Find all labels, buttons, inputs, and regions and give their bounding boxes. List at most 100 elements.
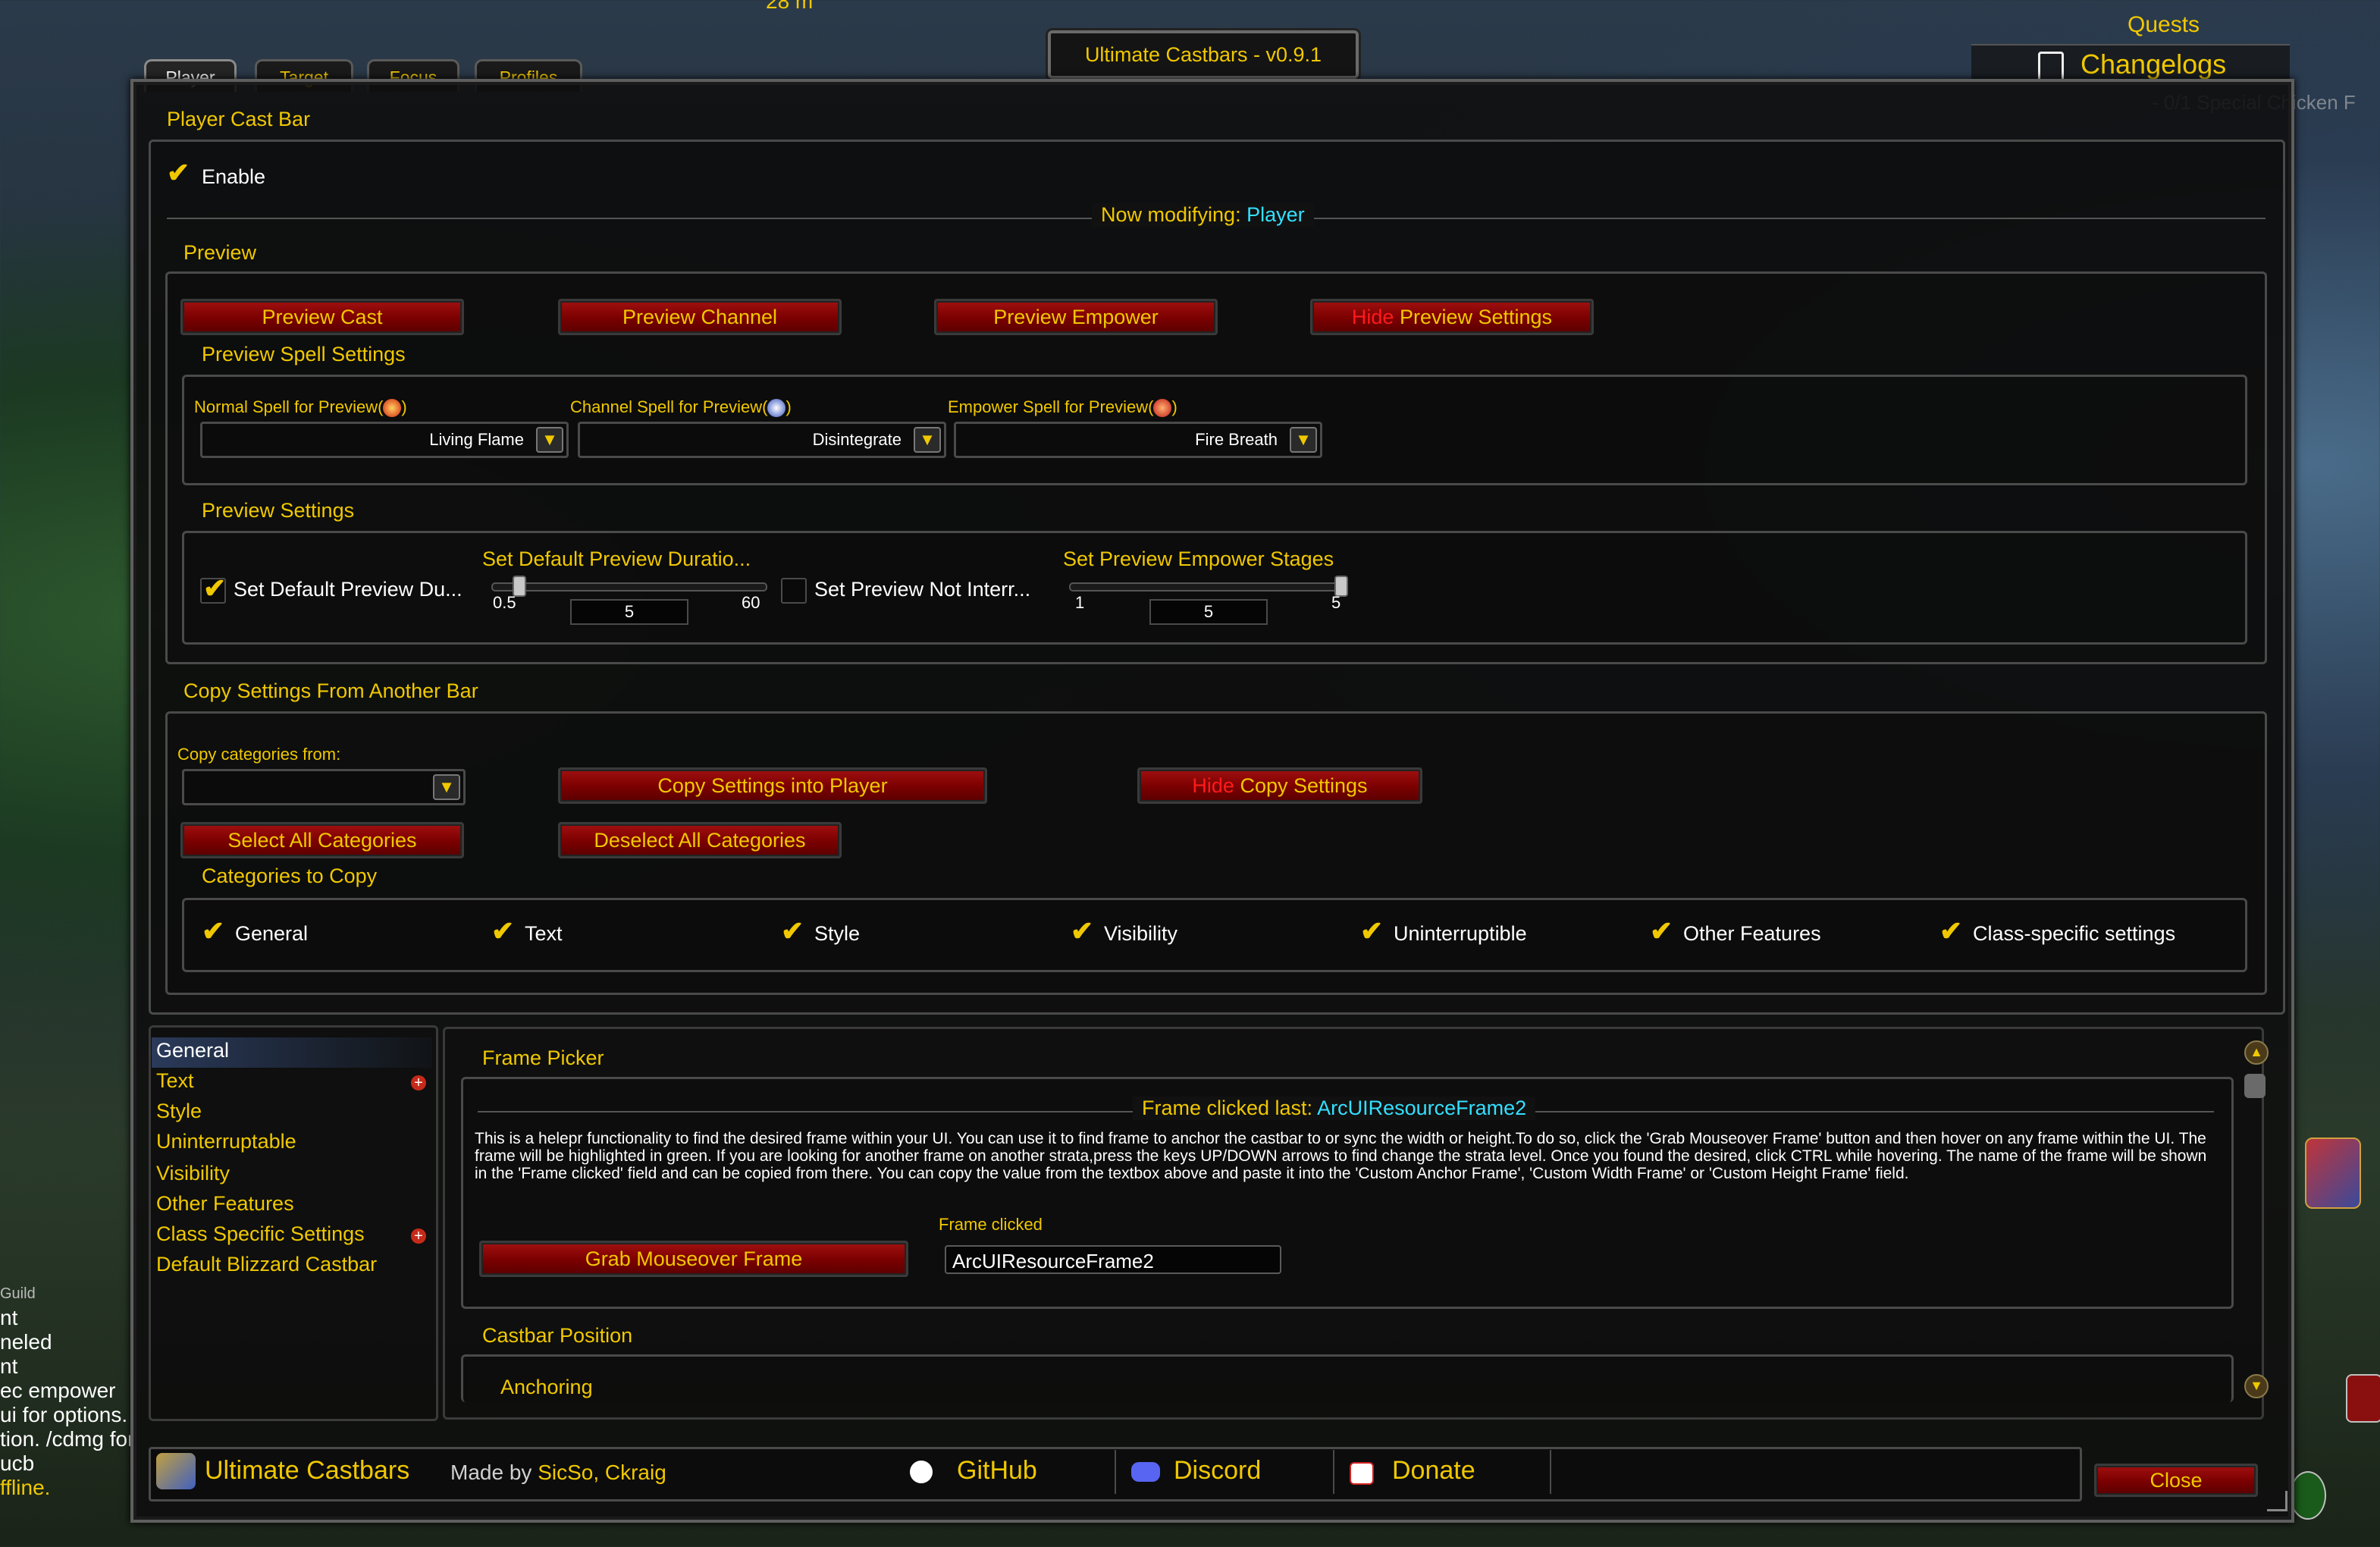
category-visibility-checkbox[interactable]: ✔ — [1069, 916, 1093, 946]
category-general-label: General — [235, 922, 309, 945]
expand-plus-icon[interactable]: + — [411, 1228, 426, 1244]
empower-stages-slider[interactable] — [1069, 576, 1348, 597]
empower-spell-value: Fire Breath — [1195, 430, 1278, 449]
deselect-all-categories-button[interactable]: Deselect All Categories — [558, 822, 842, 858]
changelogs-label: Changelogs — [2081, 49, 2227, 80]
not-interruptible-checkbox[interactable] — [781, 578, 807, 604]
close-button[interactable]: Close — [2094, 1464, 2258, 1497]
check-icon: ✔ — [491, 915, 515, 946]
check-icon: ✔ — [1360, 915, 1384, 946]
chevron-down-icon[interactable]: ▼ — [1290, 427, 1317, 453]
sidebar-item-class-specific[interactable]: Class Specific Settings — [156, 1222, 365, 1246]
donate-icon — [1350, 1462, 1374, 1485]
frame-clicked-last-value: ArcUIResourceFrame2 — [1317, 1097, 1527, 1119]
expand-plus-icon[interactable]: + — [411, 1075, 426, 1090]
sidebar-item-text[interactable]: Text — [156, 1069, 194, 1093]
preview-settings-title: Preview Settings — [202, 499, 355, 522]
copy-from-dropdown[interactable]: ▼ — [182, 769, 466, 805]
copy-settings-into-button[interactable]: Copy Settings into Player — [558, 767, 987, 804]
category-general-checkbox[interactable]: ✔ — [200, 916, 224, 946]
duration-slider[interactable] — [491, 576, 767, 597]
github-label: GitHub — [957, 1456, 1037, 1485]
check-icon: ✔ — [781, 915, 804, 946]
stages-input[interactable]: 5 — [1149, 599, 1268, 625]
chevron-down-icon[interactable]: ▼ — [914, 427, 941, 453]
scrollbar-track[interactable]: ▲ ▼ — [2243, 1040, 2269, 1404]
now-modifying-value: Player — [1246, 203, 1305, 226]
copy-from-label: Copy categories from: — [177, 745, 341, 764]
discord-link[interactable]: Discord — [1119, 1450, 1334, 1494]
frame-clicked-heading: Frame clicked last: ArcUIResourceFrame2 — [1133, 1097, 1536, 1120]
normal-spell-dropdown[interactable]: Living Flame ▼ — [200, 422, 569, 458]
chevron-down-icon[interactable]: ▼ — [433, 774, 460, 800]
discord-label: Discord — [1174, 1456, 1262, 1485]
enable-label: Enable — [202, 165, 266, 188]
channel-spell-value: Disintegrate — [812, 430, 902, 449]
category-other-features-checkbox[interactable]: ✔ — [1648, 916, 1673, 946]
check-icon: ✔ — [1071, 915, 1094, 946]
sidebar-item-visibility[interactable]: Visibility — [156, 1162, 230, 1185]
copy-settings-label: Copy Settings — [1240, 774, 1368, 797]
sidebar-item-uninterruptable[interactable]: Uninterruptable — [156, 1130, 296, 1153]
chevron-down-icon[interactable]: ▼ — [536, 427, 563, 453]
stages-max: 5 — [1331, 593, 1341, 612]
preview-settings-label: Preview Settings — [1399, 306, 1553, 328]
category-style-checkbox[interactable]: ✔ — [779, 916, 804, 946]
frame-clicked-last-label: Frame clicked last: — [1142, 1097, 1313, 1119]
hide-preview-settings-button[interactable]: Hide Preview Settings — [1310, 299, 1594, 335]
select-all-categories-button[interactable]: Select All Categories — [180, 822, 464, 858]
now-modifying-label: Now modifying: — [1101, 203, 1241, 226]
resize-grip-icon[interactable] — [2267, 1491, 2287, 1511]
scrollbar-thumb[interactable] — [2244, 1074, 2266, 1098]
category-class-specific-checkbox[interactable]: ✔ — [1938, 916, 1962, 946]
action-icon-right-2[interactable] — [2290, 1471, 2326, 1520]
sidebar-item-style[interactable]: Style — [156, 1100, 202, 1123]
quests-header[interactable]: Quests — [2128, 12, 2200, 38]
category-text-label: Text — [525, 922, 563, 945]
window-title[interactable]: Ultimate Castbars - v0.9.1 — [1048, 30, 1359, 79]
preview-channel-button[interactable]: Preview Channel — [558, 299, 842, 335]
normal-spell-value: Living Flame — [429, 430, 524, 449]
donate-label: Donate — [1392, 1456, 1475, 1485]
sidebar-item-default-blizzard[interactable]: Default Blizzard Castbar — [156, 1253, 377, 1276]
category-uninterruptible-checkbox[interactable]: ✔ — [1359, 916, 1383, 946]
grab-mouseover-frame-button[interactable]: Grab Mouseover Frame — [479, 1241, 908, 1277]
changelog-icon — [2038, 52, 2064, 82]
duration-min: 0.5 — [493, 593, 516, 612]
duration-input[interactable]: 5 — [570, 599, 688, 625]
category-style-label: Style — [814, 922, 861, 945]
now-modifying-heading: Now modifying: Player — [1092, 203, 1314, 227]
hide-copy-settings-button[interactable]: Hide Copy Settings — [1137, 767, 1422, 804]
channel-spell-dropdown[interactable]: Disintegrate ▼ — [578, 422, 946, 458]
hide-prefix: Hide — [1351, 306, 1394, 328]
frame-picker-title: Frame Picker — [482, 1046, 604, 1069]
scroll-up-icon[interactable]: ▲ — [2244, 1040, 2269, 1065]
frame-clicked-label: Frame clicked — [939, 1215, 1043, 1234]
sidebar-item-other-features[interactable]: Other Features — [156, 1192, 294, 1216]
github-link[interactable]: GitHub — [901, 1450, 1116, 1494]
frame-clicked-input[interactable]: ArcUIResourceFrame2 — [945, 1245, 1281, 1274]
default-duration-checkbox[interactable]: ✔ — [200, 573, 226, 604]
sidebar-item-general[interactable]: General — [156, 1039, 229, 1062]
player-portrait[interactable] — [2305, 1138, 2361, 1209]
check-icon: ✔ — [167, 157, 190, 188]
scroll-down-icon[interactable]: ▼ — [2244, 1374, 2269, 1398]
preview-cast-button[interactable]: Preview Cast — [180, 299, 464, 335]
discord-icon — [1131, 1462, 1160, 1482]
donate-link[interactable]: Donate — [1336, 1450, 1551, 1494]
category-text-checkbox[interactable]: ✔ — [490, 916, 514, 946]
enable-checkbox[interactable]: ✔ — [165, 158, 190, 188]
living-flame-icon — [383, 399, 402, 418]
category-class-specific-label: Class-specific settings — [1973, 922, 2176, 945]
action-icon-right-1[interactable] — [2346, 1374, 2380, 1423]
empower-stages-title: Set Preview Empower Stages — [1063, 548, 1334, 570]
preview-title: Preview — [183, 241, 257, 264]
preview-empower-button[interactable]: Preview Empower — [934, 299, 1218, 335]
disintegrate-icon — [767, 399, 786, 418]
check-icon: ✔ — [202, 915, 225, 946]
castbar-position-panel — [461, 1354, 2234, 1402]
default-duration-label: Set Default Preview Du... — [234, 578, 463, 601]
not-interruptible-label: Set Preview Not Interr... — [814, 578, 1031, 601]
empower-spell-dropdown[interactable]: Fire Breath ▼ — [954, 422, 1322, 458]
hide-prefix: Hide — [1192, 774, 1234, 797]
